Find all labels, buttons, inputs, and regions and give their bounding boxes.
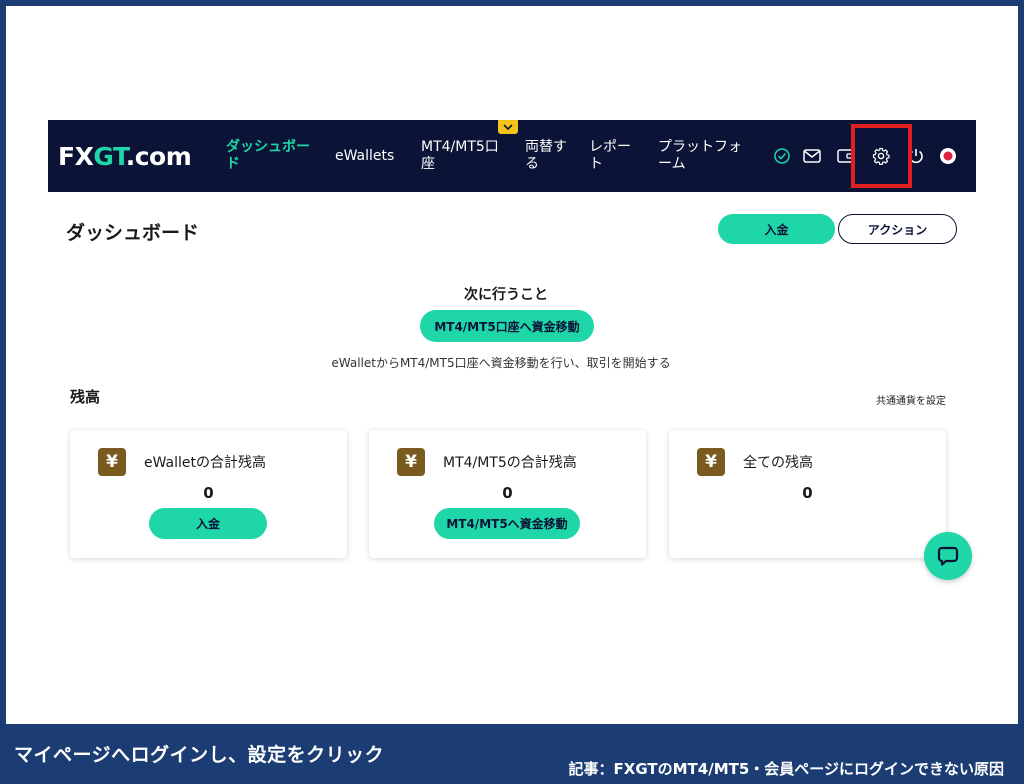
yen-icon: ¥ — [697, 448, 725, 476]
card-value: 0 — [502, 484, 513, 502]
nav-mt4-mt5-accounts[interactable]: MT4/MT5口座 — [421, 120, 507, 192]
set-common-currency-link[interactable]: 共通通貨を設定 — [876, 392, 946, 407]
card-label: MT4/MT5の合計残高 — [443, 455, 577, 471]
nav-exchange[interactable]: 両替する — [525, 120, 571, 192]
nav-platform[interactable]: プラットフォーム — [658, 120, 750, 192]
next-step-title: 次に行うこと — [464, 287, 548, 303]
yen-icon: ¥ — [397, 448, 425, 476]
card-value: 0 — [203, 484, 214, 502]
chat-button[interactable] — [924, 532, 972, 580]
balance-title: 残高 — [70, 388, 101, 406]
nav-dashboard-label: ダッシュボード — [226, 139, 310, 172]
record-icon[interactable] — [938, 146, 958, 166]
total-balance-card: ¥ 全ての残高 0 — [669, 430, 946, 558]
chat-icon — [937, 546, 959, 566]
settings-highlight-box — [851, 124, 912, 188]
nav-reports[interactable]: レポート — [589, 120, 637, 192]
ewallet-balance-card: ¥ eWalletの合計残高 0 入金 — [70, 430, 347, 558]
caption-right: 記事：FXGTのMT4/MT5・会員ページにログインできない原因 — [568, 760, 1004, 778]
deposit-button[interactable]: 入金 — [718, 214, 835, 244]
card-transfer-button[interactable]: MT4/MT5へ資金移動 — [434, 508, 580, 539]
fxgt-logo[interactable]: FXGT.com — [58, 142, 192, 171]
mt-balance-card: ¥ MT4/MT5の合計残高 0 MT4/MT5へ資金移動 — [369, 430, 646, 558]
next-step-description: eWalletからMT4/MT5口座へ資金移動を行い、取引を開始する — [331, 356, 671, 370]
check-circle-icon[interactable] — [772, 146, 792, 166]
nav-platform-label: プラットフォーム — [658, 139, 742, 172]
card-label: eWalletの合計残高 — [144, 455, 267, 471]
transfer-to-mt-button[interactable]: MT4/MT5口座へ資金移動 — [420, 310, 594, 342]
caption-left: マイページへログインし、設定をクリック — [14, 744, 385, 766]
nav-dashboard[interactable]: ダッシュボード — [226, 120, 318, 192]
mail-icon[interactable] — [802, 146, 822, 166]
nav-mt4-mt5-label: MT4/MT5口座 — [421, 139, 499, 172]
yen-icon: ¥ — [98, 448, 126, 476]
caption-bar: マイページへログインし、設定をクリック 記事：FXGTのMT4/MT5・会員ペー… — [0, 724, 1024, 784]
nav-ewallets[interactable]: eWallets — [335, 120, 394, 192]
top-navbar: FXGT.com ダッシュボード eWallets MT4/MT5口座 両替する… — [48, 120, 976, 192]
card-value: 0 — [802, 484, 813, 502]
chevron-down-icon[interactable] — [498, 120, 518, 134]
page-title: ダッシュボード — [66, 222, 200, 244]
action-button[interactable]: アクション — [838, 214, 957, 244]
card-label: 全ての残高 — [743, 455, 813, 471]
card-deposit-button[interactable]: 入金 — [149, 508, 267, 539]
nav-reports-label: レポート — [589, 139, 631, 172]
nav-exchange-label: 両替する — [525, 139, 567, 172]
nav-ewallets-label: eWallets — [335, 147, 395, 164]
